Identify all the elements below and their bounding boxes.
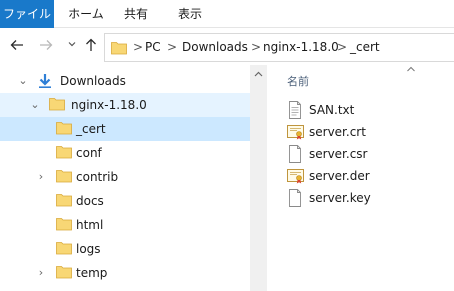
breadcrumb-separator: > — [251, 40, 262, 54]
tree-item-nginx[interactable]: ⌄ nginx-1.18.0 — [0, 93, 250, 117]
tree-item-temp[interactable]: › temp — [0, 261, 250, 285]
tree-item-cert[interactable]: _cert — [0, 117, 250, 141]
tree-item-label: Downloads — [60, 74, 126, 88]
chevron-collapsed-icon[interactable]: › — [35, 165, 47, 189]
file-name: server.der — [309, 169, 370, 183]
forward-button[interactable] — [36, 37, 56, 57]
certificate-icon — [287, 125, 304, 140]
breadcrumb-cert[interactable]: _cert — [350, 34, 380, 61]
ribbon-tabs: ファイル ホーム 共有 表示 — [0, 0, 454, 28]
folder-icon — [56, 146, 72, 159]
file-icon — [289, 145, 301, 163]
chevron-down-icon — [68, 42, 76, 47]
navigation-bar: > PC > Downloads > nginx-1.18.0 > _cert — [0, 29, 454, 65]
scroll-up-button[interactable] — [250, 69, 267, 81]
tree-item-label: _cert — [76, 122, 106, 136]
tree-item-label: docs — [76, 194, 104, 208]
tree-item-conf[interactable]: conf — [0, 141, 250, 165]
folder-icon — [49, 98, 65, 111]
breadcrumb-nginx[interactable]: nginx-1.18.0 — [263, 34, 339, 61]
tab-share[interactable]: 共有 — [120, 0, 152, 28]
scroll-up-arrow-icon — [254, 71, 263, 77]
navigation-pane: ⌄ Downloads ⌄ nginx-1.18.0 _cert conf › … — [0, 65, 250, 291]
folder-icon — [56, 194, 72, 207]
folder-icon — [56, 122, 72, 135]
up-button[interactable] — [81, 37, 101, 57]
arrow-up-icon — [86, 38, 96, 51]
certificate-icon — [287, 169, 304, 184]
tree-item-label: temp — [76, 266, 108, 280]
folder-icon — [56, 242, 72, 255]
tree-item-docs[interactable]: docs — [0, 189, 250, 213]
tree-item-downloads[interactable]: ⌄ Downloads — [0, 69, 250, 93]
folder-icon — [111, 42, 127, 55]
breadcrumb-pc[interactable]: PC — [145, 34, 161, 61]
tree-item-contrib[interactable]: › contrib — [0, 165, 250, 189]
breadcrumb-separator: > — [337, 40, 348, 54]
file-item-server-csr[interactable]: server.csr — [287, 143, 447, 165]
tab-home[interactable]: ホーム — [66, 0, 106, 28]
folder-icon — [56, 170, 72, 183]
tree-item-html[interactable]: html — [0, 213, 250, 237]
file-item-server-key[interactable]: server.key — [287, 187, 447, 209]
arrow-left-icon — [10, 40, 23, 50]
file-item-server-der[interactable]: server.der — [287, 165, 447, 187]
tree-item-label: conf — [76, 146, 102, 160]
text-file-icon — [289, 101, 301, 119]
arrow-right-icon — [40, 40, 53, 50]
folder-icon — [56, 266, 72, 279]
tree-item-label: nginx-1.18.0 — [71, 98, 147, 112]
navigation-pane-scrollbar[interactable] — [250, 65, 267, 291]
column-header-name[interactable]: 名前 — [287, 73, 309, 89]
tree-item-label: contrib — [76, 170, 119, 184]
breadcrumb-separator: > — [133, 40, 144, 54]
tab-file[interactable]: ファイル — [0, 0, 54, 28]
tree-item-label: logs — [76, 242, 101, 256]
tab-view[interactable]: 表示 — [174, 0, 206, 28]
file-name: server.csr — [309, 147, 368, 161]
address-bar[interactable]: > PC > Downloads > nginx-1.18.0 > _cert — [104, 33, 454, 62]
file-item-san-txt[interactable]: SAN.txt — [287, 99, 447, 121]
file-list-pane: 名前 SAN.txt server.crt server.csr server.… — [267, 65, 454, 291]
file-name: server.key — [309, 191, 371, 205]
chevron-expanded-icon[interactable]: ⌄ — [17, 69, 29, 93]
file-icon — [289, 189, 301, 207]
file-name: server.crt — [309, 125, 366, 139]
folder-icon — [56, 218, 72, 231]
file-item-server-crt[interactable]: server.crt — [287, 121, 447, 143]
sort-ascending-icon — [406, 65, 416, 76]
download-icon — [39, 74, 51, 88]
file-name: SAN.txt — [309, 103, 355, 117]
chevron-collapsed-icon[interactable]: › — [35, 261, 47, 285]
breadcrumb-downloads[interactable]: Downloads — [182, 34, 248, 61]
recent-locations-button[interactable] — [62, 37, 82, 57]
tree-item-label: html — [76, 218, 104, 232]
back-button[interactable] — [7, 37, 27, 57]
chevron-expanded-icon[interactable]: ⌄ — [29, 93, 41, 117]
tree-item-logs[interactable]: logs — [0, 237, 250, 261]
breadcrumb-separator: > — [167, 40, 178, 54]
